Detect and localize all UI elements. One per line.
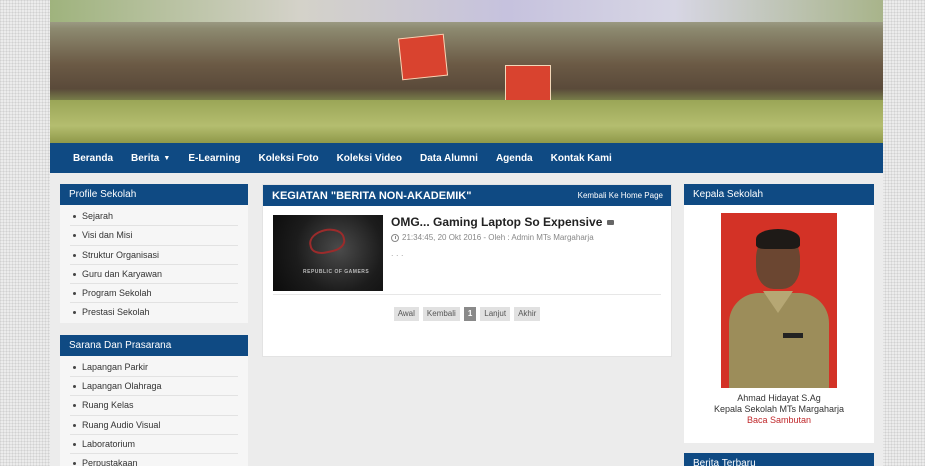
page-title: KEGIATAN "BERITA NON-AKADEMIK"	[272, 189, 472, 202]
main-content: KEGIATAN "BERITA NON-AKADEMIK" Kembali K…	[262, 184, 672, 357]
post-title[interactable]: OMG... Gaming Laptop So Expensive	[391, 215, 615, 229]
nav-label: Kontak Kami	[550, 152, 612, 164]
banner-grass	[50, 100, 883, 143]
nav-item-koleksi-video[interactable]: Koleksi Video	[337, 153, 402, 164]
nav-label: Data Alumni	[419, 152, 478, 164]
sarana-menu: Lapangan Parkir Lapangan Olahraga Ruang …	[60, 356, 248, 466]
photo-name-tag	[783, 333, 803, 338]
news-panel: KEGIATAN "BERITA NON-AKADEMIK" Kembali K…	[262, 184, 672, 357]
sidebar-item-visi-misi[interactable]: Visi dan Misi	[70, 226, 238, 246]
widget-title-kepala-sekolah: Kepala Sekolah	[684, 184, 874, 205]
banner-flag	[397, 33, 449, 81]
main-nav: Beranda Berita ▼ E-Learning Koleksi Foto …	[50, 143, 883, 173]
pager-next-button[interactable]: Lanjut	[480, 307, 511, 321]
sidebar-item-ruang-audio-visual[interactable]: Ruang Audio Visual	[70, 416, 238, 435]
post-meta-text: 21:34:45, 20 Okt 2016 - Oleh : Admin MTs…	[402, 233, 594, 242]
sidebar-item-guru-karyawan[interactable]: Guru dan Karyawan	[70, 265, 238, 285]
news-post: REPUBLIC OF GAMERS OMG... Gaming Laptop …	[273, 206, 661, 295]
nav-label: Koleksi Foto	[258, 152, 319, 164]
clock-icon	[391, 233, 399, 242]
sidebar-item-laboratorium[interactable]: Laboratorium	[70, 435, 238, 455]
post-body: OMG... Gaming Laptop So Expensive 21:34:…	[391, 215, 615, 294]
kepala-sekolah-widget: Ahmad Hidayat S.Ag Kepala Sekolah MTs Ma…	[684, 205, 874, 443]
pager-first-button[interactable]: Awal	[393, 307, 419, 321]
comment-icon	[607, 219, 615, 225]
nav-item-beranda[interactable]: Beranda	[73, 153, 113, 164]
post-meta: 21:34:45, 20 Okt 2016 - Oleh : Admin MTs…	[391, 233, 614, 242]
right-sidebar: Kepala Sekolah Ahmad Hidayat S.Ag Kepala…	[684, 184, 874, 466]
nav-item-kontak-kami[interactable]: Kontak Kami	[551, 153, 612, 164]
left-sidebar: Profile Sekolah Sejarah Visi dan Misi St…	[60, 184, 248, 466]
sidebar-item-program-sekolah[interactable]: Program Sekolah	[70, 284, 238, 304]
nav-label: Berita	[131, 152, 160, 164]
profile-menu: Sejarah Visi dan Misi Struktur Organisas…	[60, 205, 248, 323]
nav-item-berita[interactable]: Berita ▼	[131, 153, 170, 164]
sidebar-item-lapangan-parkir[interactable]: Lapangan Parkir	[70, 358, 238, 378]
news-panel-header: KEGIATAN "BERITA NON-AKADEMIK" Kembali K…	[263, 185, 671, 206]
chevron-down-icon: ▼	[163, 154, 171, 162]
nav-item-elearning[interactable]: E-Learning	[188, 153, 240, 164]
page-wrapper: Beranda Berita ▼ E-Learning Koleksi Foto …	[50, 0, 883, 466]
thumbnail-caption: REPUBLIC OF GAMERS	[303, 269, 370, 275]
read-speech-link[interactable]: Baca Sambutan	[684, 415, 874, 425]
header-banner-photo	[50, 0, 883, 143]
nav-item-data-alumni[interactable]: Data Alumni	[420, 153, 478, 164]
widget-title: Profile Sekolah	[60, 184, 248, 205]
rog-logo-icon	[306, 225, 348, 257]
principal-name: Ahmad Hidayat S.Ag	[737, 393, 821, 403]
pager-current-page[interactable]: 1	[463, 307, 477, 321]
nav-label: Agenda	[495, 152, 533, 164]
post-excerpt: . . .	[391, 248, 404, 258]
widget-title: Sarana Dan Prasarana	[60, 334, 248, 356]
pager-last-button[interactable]: Akhir	[514, 307, 541, 321]
nav-label: Beranda	[73, 152, 114, 164]
sidebar-item-sejarah[interactable]: Sejarah	[70, 207, 238, 227]
pager-prev-button[interactable]: Kembali	[422, 307, 460, 321]
post-title-text: OMG... Gaming Laptop So Expensive	[391, 215, 603, 229]
principal-photo	[721, 213, 837, 388]
nav-item-koleksi-foto[interactable]: Koleksi Foto	[259, 153, 319, 164]
sidebar-item-ruang-kelas[interactable]: Ruang Kelas	[70, 396, 238, 416]
sidebar-item-prestasi-sekolah[interactable]: Prestasi Sekolah	[70, 303, 238, 322]
nav-item-agenda[interactable]: Agenda	[496, 153, 533, 164]
widget-sarana-prasarana: Sarana Dan Prasarana Lapangan Parkir Lap…	[60, 334, 248, 466]
pagination: Awal Kembali 1 Lanjut Akhir	[263, 307, 671, 321]
photo-hair	[756, 229, 800, 249]
nav-label: Koleksi Video	[336, 152, 402, 164]
widget-profile-sekolah: Profile Sekolah Sejarah Visi dan Misi St…	[60, 184, 248, 323]
nav-label: E-Learning	[188, 152, 241, 164]
post-thumbnail[interactable]: REPUBLIC OF GAMERS	[273, 215, 383, 291]
widget-title-berita-terbaru: Berita Terbaru	[684, 453, 874, 466]
back-home-link[interactable]: Kembali Ke Home Page	[578, 191, 663, 200]
sidebar-item-perpustakaan[interactable]: Perpustakaan	[70, 454, 238, 466]
sidebar-item-struktur-organisasi[interactable]: Struktur Organisasi	[70, 246, 238, 265]
banner-crowd	[50, 10, 883, 107]
principal-role: Kepala Sekolah MTs Margaharja	[713, 404, 845, 414]
sidebar-item-lapangan-olahraga[interactable]: Lapangan Olahraga	[70, 377, 238, 397]
